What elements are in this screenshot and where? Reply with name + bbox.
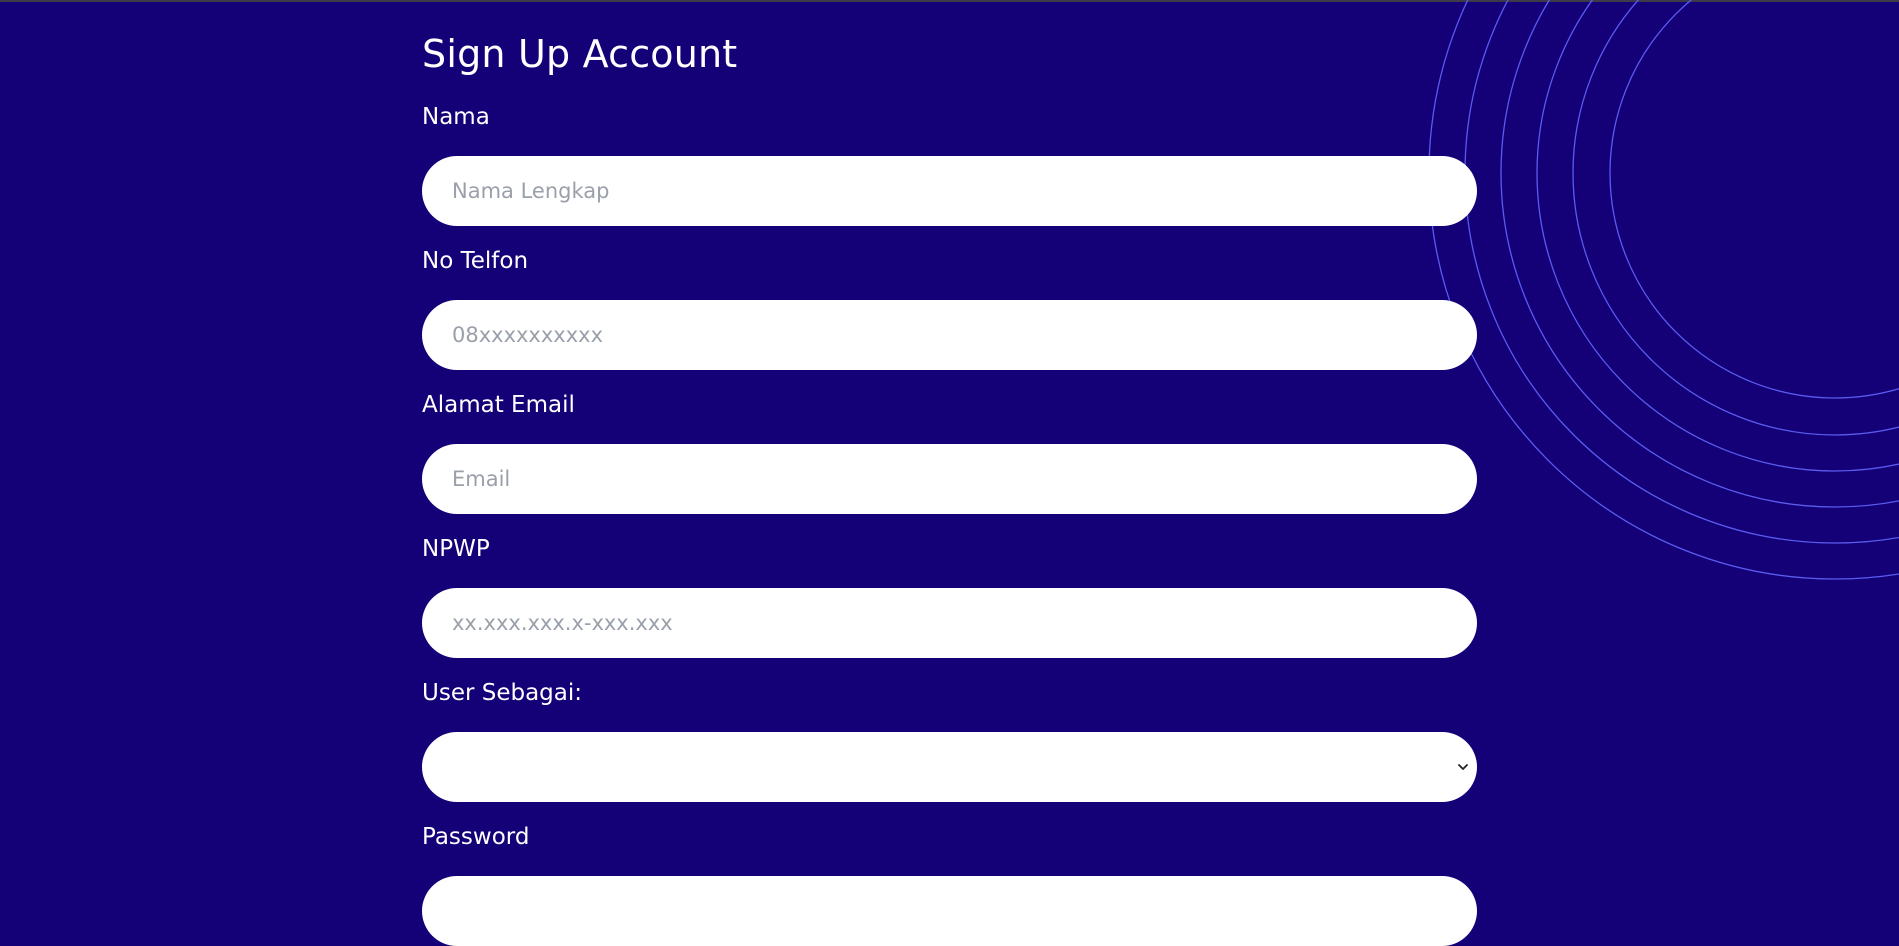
top-border	[0, 0, 1899, 2]
user-role-select[interactable]	[422, 732, 1477, 802]
nama-field-wrapper	[422, 156, 1477, 226]
email-label: Alamat Email	[422, 392, 575, 418]
user-role-selected-value	[422, 732, 1477, 802]
password-label: Password	[422, 824, 530, 850]
nama-label: Nama	[422, 104, 490, 130]
password-field-wrapper	[422, 876, 1477, 946]
email-field-wrapper	[422, 444, 1477, 514]
npwp-field-wrapper	[422, 588, 1477, 658]
user-role-label: User Sebagai:	[422, 680, 583, 706]
email-input[interactable]	[422, 444, 1477, 514]
page-title: Sign Up Account	[422, 32, 738, 76]
chevron-down-icon	[1458, 764, 1468, 770]
telfon-field-wrapper	[422, 300, 1477, 370]
signup-form: Sign Up Account Nama No Telfon Alamat Em…	[422, 28, 1477, 946]
telfon-label: No Telfon	[422, 248, 529, 274]
password-input[interactable]	[422, 876, 1477, 946]
npwp-input[interactable]	[422, 588, 1477, 658]
nama-input[interactable]	[422, 156, 1477, 226]
telfon-input[interactable]	[422, 300, 1477, 370]
npwp-label: NPWP	[422, 536, 490, 562]
